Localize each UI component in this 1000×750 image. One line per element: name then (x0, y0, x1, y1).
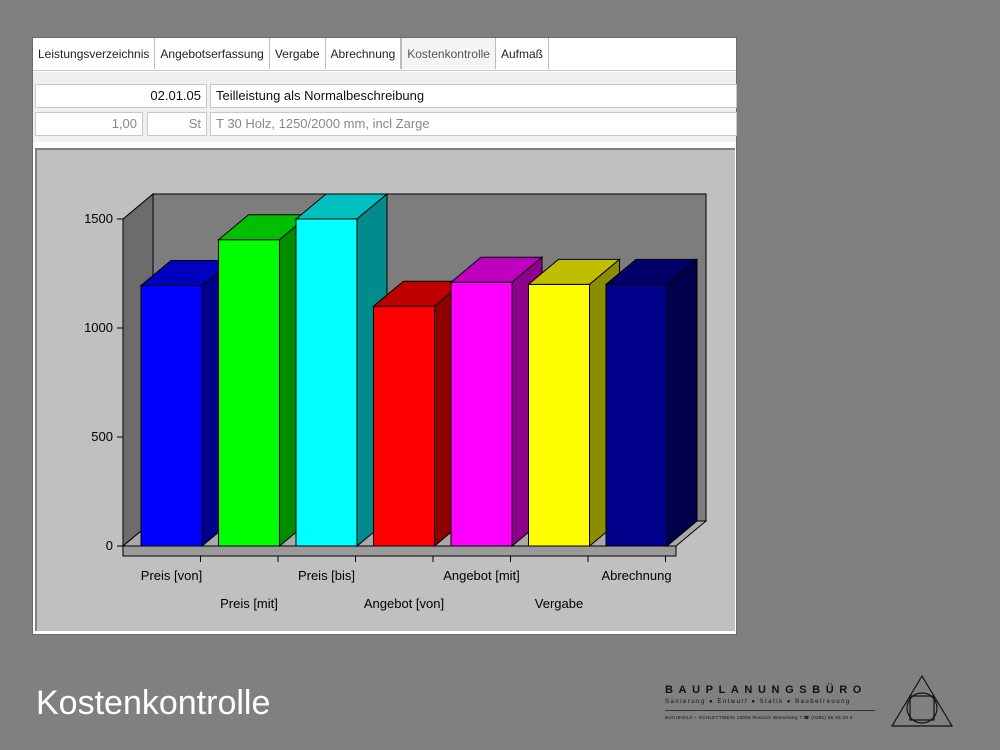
company-address: BUCHHOLZ + SCHLETTWEIN 18055 Rostock Wam… (665, 715, 853, 720)
x-tick-label: Preis [von] (141, 568, 202, 583)
company-logo-text: BAUPLANUNGSBÜRO Sanierung ● Entwurf ● St… (665, 684, 880, 734)
app-window: Leistungsverzeichnis Angebotserfassung V… (32, 37, 737, 635)
company-services: Sanierung ● Entwurf ● Statik ● Baubetreu… (665, 699, 851, 705)
position-fields: 02.01.05 Teilleistung als Normalbeschrei… (33, 72, 737, 142)
y-tick-label: 500 (91, 429, 113, 444)
tab-bar: Leistungsverzeichnis Angebotserfassung V… (33, 38, 736, 71)
tab-aufmass[interactable]: Aufmaß (496, 38, 549, 69)
x-tick-label: Preis [bis] (298, 568, 355, 583)
long-text-field[interactable]: T 30 Holz, 1250/2000 mm, incl Zarge (210, 112, 737, 136)
unit-field[interactable]: St (147, 112, 207, 136)
x-tick-label: Abrechnung (601, 568, 671, 583)
bar-front (373, 305, 435, 547)
chart-panel: 0 500 1000 1500 Preis [von] Preis [mit] Preis … (35, 148, 735, 631)
y-tick-label: 1500 (84, 211, 113, 226)
bar-side (666, 258, 698, 548)
tab-leistungsverzeichnis[interactable]: Leistungsverzeichnis (33, 38, 156, 69)
bar-front (218, 239, 280, 547)
quantity-field[interactable]: 1,00 (35, 112, 143, 136)
bar-front (140, 284, 203, 547)
x-tick-label: Vergabe (535, 596, 583, 611)
bar-front (605, 283, 668, 547)
short-text-field[interactable]: Teilleistung als Normalbeschreibung (210, 84, 737, 108)
tab-abrechnung[interactable]: Abrechnung (326, 38, 402, 69)
x-tick-label: Angebot [von] (364, 596, 444, 611)
triangle-logo-icon (890, 674, 954, 727)
cost-chart: 0 500 1000 1500 Preis [von] Preis [mit] Preis … (84, 192, 708, 611)
chart-floor-edge (122, 545, 677, 557)
logo-divider (665, 710, 875, 711)
bar-front (450, 281, 513, 547)
bar-front (528, 283, 590, 547)
position-code-field[interactable]: 02.01.05 (35, 84, 207, 108)
tab-angebotserfassung[interactable]: Angebotserfassung (155, 38, 270, 69)
y-tick-label: 1000 (84, 320, 113, 335)
y-tick-label: 0 (106, 538, 113, 553)
bar-front (295, 218, 358, 547)
slide-title: Kostenkontrolle (36, 684, 271, 722)
company-name: BAUPLANUNGSBÜRO (665, 684, 867, 696)
tab-vergabe[interactable]: Vergabe (270, 38, 326, 69)
tab-kostenkontrolle[interactable]: Kostenkontrolle (401, 38, 496, 69)
x-tick-label: Preis [mit] (220, 596, 278, 611)
x-tick-label: Angebot [mit] (443, 568, 520, 583)
